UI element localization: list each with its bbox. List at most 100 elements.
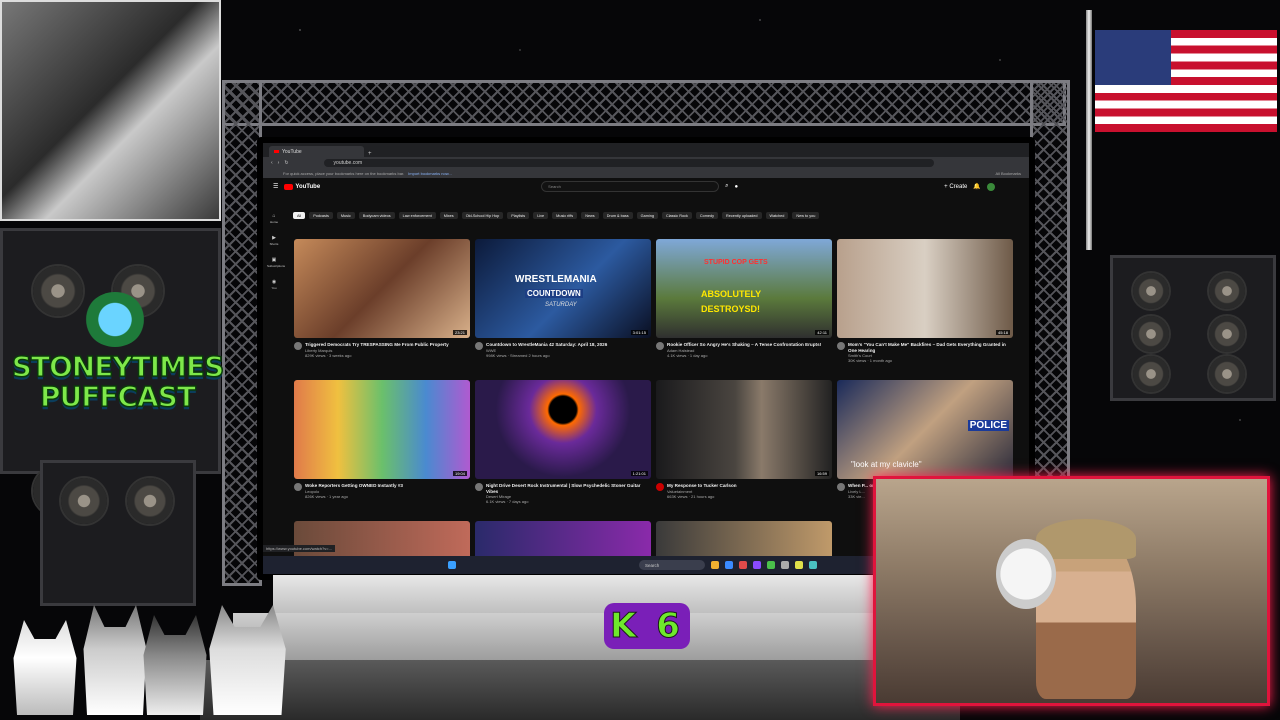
- channel-avatar[interactable]: [656, 342, 664, 350]
- youtube-logo[interactable]: YouTube: [284, 183, 320, 190]
- channel-avatar[interactable]: [837, 483, 845, 491]
- sidebar-item-you[interactable]: ◉ You: [267, 279, 281, 301]
- sidebar-item-home[interactable]: ⌂ Home: [267, 213, 281, 235]
- thumb-overlay-text: ABSOLUTELY: [701, 289, 762, 299]
- search-input[interactable]: Search: [541, 181, 720, 192]
- streamer-hat: [1036, 519, 1136, 559]
- app-icon[interactable]: [809, 561, 817, 569]
- chip[interactable]: Bodycam videos: [358, 212, 395, 219]
- thumb-overlay-text: STUPID COP GETS: [704, 259, 768, 266]
- video-card[interactable]: 1:21:01 Night Drive Desert Rock Instrume…: [475, 380, 651, 504]
- edge-icon[interactable]: [725, 561, 733, 569]
- chip[interactable]: Recently uploaded: [722, 212, 762, 219]
- video-thumbnail[interactable]: 16:59: [656, 380, 832, 479]
- video-thumbnail[interactable]: STUPID COP GETS ABSOLUTELY DESTROYSD! 42…: [656, 239, 832, 338]
- create-button[interactable]: + Create: [944, 184, 967, 190]
- husky-sprite: [209, 605, 286, 715]
- video-thumbnail[interactable]: [656, 521, 832, 556]
- video-card[interactable]: 19:04 Woke Reporters Getting OWNED Insta…: [294, 380, 470, 499]
- video-duration: 19:04: [452, 471, 467, 476]
- channel-avatar[interactable]: [294, 483, 302, 491]
- chip[interactable]: New to you: [792, 212, 820, 219]
- chip[interactable]: Music: [336, 212, 355, 219]
- url-field[interactable]: youtube.com: [323, 159, 934, 167]
- app-icon[interactable]: [795, 561, 803, 569]
- channel-avatar[interactable]: [656, 483, 664, 491]
- menu-icon[interactable]: ☰: [273, 183, 278, 190]
- chip[interactable]: Old-School Hip Hop: [461, 212, 504, 219]
- video-card[interactable]: WRESTLEMANIA COUNTDOWN SATURDAY 3:01:15 …: [475, 239, 651, 358]
- channel-avatar[interactable]: [294, 342, 302, 350]
- video-title[interactable]: Rookie Officer So Angry He's Shaking – A…: [667, 342, 821, 348]
- notifications-icon[interactable]: 🔔: [973, 183, 980, 190]
- chip[interactable]: Gaming: [636, 212, 658, 219]
- video-duration: 3:01:15: [630, 330, 648, 335]
- video-title[interactable]: Mom's "You Can't Make Me" Backfires – Da…: [848, 342, 1013, 353]
- youtube-sidebar: ⌂ Home ▶ Shorts ▣ Subscriptions ◉ You: [267, 213, 285, 301]
- chip[interactable]: Law enforcement: [398, 212, 436, 219]
- mic-icon[interactable]: ●: [735, 184, 739, 190]
- app-icon[interactable]: [767, 561, 775, 569]
- video-card[interactable]: 16:59 My Response to Tucker Carlson Valu…: [656, 380, 832, 499]
- windows-start-icon[interactable]: [448, 561, 456, 569]
- chip[interactable]: Drum & bass: [602, 212, 633, 219]
- video-title[interactable]: Countdown to WrestleMania 42 Saturday: A…: [486, 342, 607, 348]
- band-photo: [0, 0, 221, 221]
- chip[interactable]: Watched: [765, 212, 789, 219]
- url-text: youtube.com: [333, 160, 363, 166]
- video-thumbnail[interactable]: WRESTLEMANIA COUNTDOWN SATURDAY 3:01:15: [475, 239, 651, 338]
- channel-avatar[interactable]: [475, 342, 483, 350]
- avatar[interactable]: [986, 182, 995, 191]
- video-card[interactable]: 23:21 Triggered Democrats Try TRESPASSIN…: [294, 239, 470, 358]
- video-thumbnail[interactable]: 19:04: [294, 380, 470, 479]
- app-icon[interactable]: [753, 561, 761, 569]
- reload-icon[interactable]: ↻: [284, 160, 288, 166]
- back-icon[interactable]: ‹: [271, 160, 273, 166]
- browser-tab[interactable]: YouTube: [269, 146, 364, 157]
- chip[interactable]: News: [581, 212, 599, 219]
- us-flag: [1095, 30, 1277, 132]
- video-stats: 826K views · 1 year ago: [305, 493, 348, 499]
- search-icon[interactable]: ⌕: [725, 183, 728, 190]
- video-card[interactable]: 45:18 Mom's "You Can't Make Me" Backfire…: [837, 239, 1013, 363]
- thumb-overlay-text: WRESTLEMANIA: [515, 274, 597, 285]
- chip[interactable]: All: [293, 212, 306, 219]
- video-thumbnail[interactable]: [475, 521, 651, 556]
- speaker-cone: [1133, 356, 1169, 392]
- video-thumbnail[interactable]: 1:21:01: [475, 380, 651, 479]
- video-thumbnail[interactable]: POLICE "look at my clavicle": [837, 380, 1013, 479]
- video-thumbnail[interactable]: 23:21: [294, 239, 470, 338]
- video-card[interactable]: STUPID COP GETS ABSOLUTELY DESTROYSD! 42…: [656, 239, 832, 358]
- all-bookmarks-button[interactable]: All Bookmarks: [995, 171, 1021, 176]
- video-stats: 30K views · 1 month ago: [848, 358, 893, 363]
- sidebar-item-shorts[interactable]: ▶ Shorts: [267, 235, 281, 257]
- browser-tab-bar: YouTube +: [263, 143, 1029, 157]
- chip[interactable]: Playlists: [507, 212, 530, 219]
- category-chips: All Podcasts Music Bodycam videos Law en…: [293, 212, 820, 219]
- stage-base: [200, 660, 960, 720]
- chip[interactable]: Mixes: [439, 212, 458, 219]
- video-stats: 829K views · 3 weeks ago: [305, 352, 352, 358]
- video-title[interactable]: Woke Reporters Getting OWNED Instantly #…: [305, 483, 403, 489]
- channel-avatar[interactable]: [837, 342, 845, 350]
- video-title[interactable]: Night Drive Desert Rock Instrumental | S…: [486, 483, 651, 494]
- chip[interactable]: Live: [533, 212, 549, 219]
- chip[interactable]: Comedy: [695, 212, 719, 219]
- chip[interactable]: Classic Rock: [661, 212, 692, 219]
- video-title[interactable]: Triggered Democrats Try TRESPASSING Me F…: [305, 342, 449, 348]
- chip[interactable]: Podcasts: [309, 212, 333, 219]
- import-bookmarks-link[interactable]: Import bookmarks now...: [408, 171, 452, 176]
- forward-icon[interactable]: ›: [278, 160, 280, 166]
- thumb-overlay-text: SATURDAY: [545, 302, 577, 308]
- app-icon[interactable]: [739, 561, 747, 569]
- chip[interactable]: Music riffs: [552, 212, 578, 219]
- app-icon[interactable]: [781, 561, 789, 569]
- file-explorer-icon[interactable]: [711, 561, 719, 569]
- channel-avatar[interactable]: [475, 483, 483, 491]
- video-title[interactable]: My Response to Tucker Carlson: [667, 483, 737, 489]
- taskbar-search[interactable]: Search: [639, 560, 705, 570]
- podcast-logo: STONEYTIMES PUFFCAST: [10, 351, 225, 413]
- new-tab-icon[interactable]: +: [368, 151, 372, 157]
- video-thumbnail[interactable]: 45:18: [837, 239, 1013, 338]
- sidebar-item-subscriptions[interactable]: ▣ Subscriptions: [267, 257, 285, 279]
